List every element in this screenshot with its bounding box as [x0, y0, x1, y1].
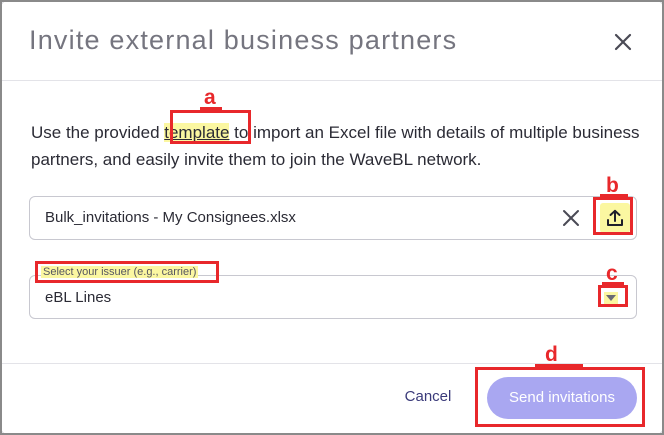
callout-d-line [535, 364, 583, 367]
close-button[interactable] [609, 28, 637, 56]
callout-d-label: d [545, 343, 558, 366]
dialog-description: Use the provided template to import an E… [31, 119, 641, 173]
callout-b-box [593, 197, 633, 235]
callout-issuer-label-box [35, 261, 219, 283]
dialog-title: Invite external business partners [29, 25, 458, 55]
callout-a-box [170, 110, 251, 144]
close-icon [614, 33, 632, 51]
callout-b-label: b [606, 174, 619, 197]
callout-a-label: a [204, 86, 216, 109]
file-name-value: Bulk_invitations - My Consignees.xlsx [45, 209, 296, 226]
file-upload-field[interactable]: Bulk_invitations - My Consignees.xlsx [29, 196, 637, 240]
callout-c-label: c [606, 262, 618, 285]
clear-icon [563, 210, 579, 226]
issuer-select-value: eBL Lines [45, 289, 112, 306]
callout-d-box [475, 367, 645, 427]
cancel-button[interactable]: Cancel [395, 388, 461, 408]
dialog-header: Invite external business partners [1, 1, 663, 81]
clear-file-button[interactable] [560, 207, 582, 229]
description-text-start: Use the provided [31, 123, 165, 142]
callout-c-box [598, 285, 628, 307]
